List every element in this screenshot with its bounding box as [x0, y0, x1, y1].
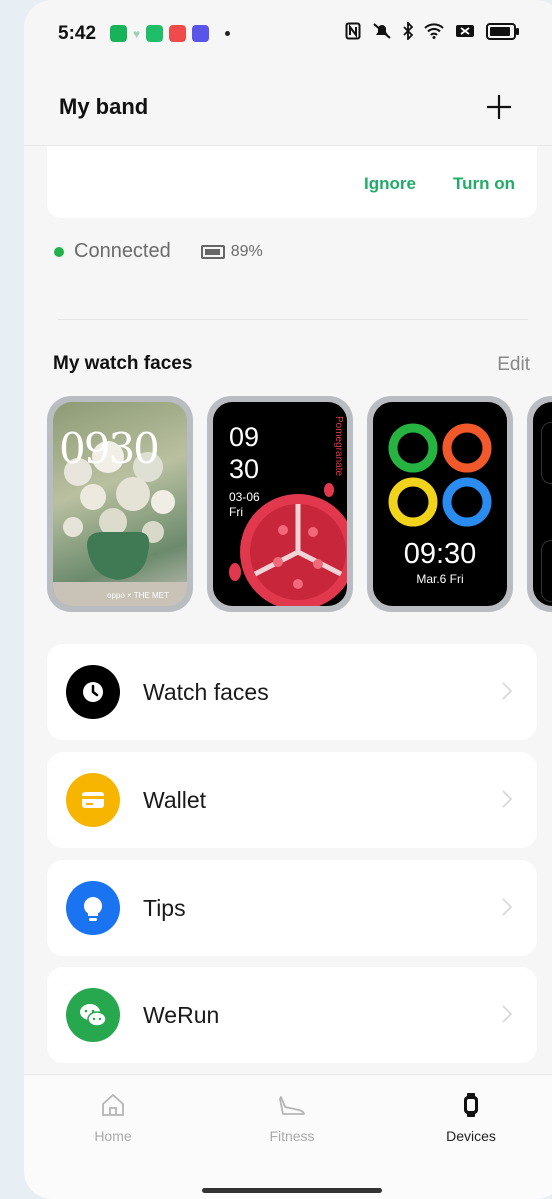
system-icons	[345, 22, 519, 40]
ignore-button[interactable]: Ignore	[364, 174, 416, 194]
notice-card: Ignore Turn on	[47, 146, 537, 218]
face-1-time: 0930	[59, 424, 160, 473]
menu-label: Wallet	[143, 787, 207, 813]
menu-label: Watch faces	[143, 679, 269, 705]
card-icon	[66, 773, 120, 827]
chevron-right-icon	[502, 790, 513, 808]
watch-face-1[interactable]: 0930 oppo × THE MET	[47, 396, 193, 612]
chevron-right-icon	[502, 898, 513, 916]
edit-watch-faces-button[interactable]: Edit	[497, 354, 530, 376]
app-notification-icon	[146, 25, 164, 42]
section-divider	[58, 319, 528, 320]
notification-icons: ♥	[110, 25, 231, 42]
menu-item-wallet[interactable]: Wallet	[47, 752, 537, 848]
status-bar: 5:42 ♥	[24, 0, 552, 64]
status-time: 5:42	[58, 23, 97, 44]
heart-icon: ♥	[133, 26, 141, 41]
menu-item-watch-faces[interactable]: Watch faces	[47, 644, 537, 740]
app-screen: 5:42 ♥ My band Ignore Turn on Connected	[24, 0, 552, 1199]
band-battery-level: 89%	[230, 242, 263, 260]
page-title: My band	[59, 94, 149, 119]
connection-text: Connected	[74, 240, 171, 262]
face-3-time: 09:30	[403, 538, 477, 570]
home-icon	[102, 1093, 124, 1116]
nav-devices[interactable]: Devices	[421, 1091, 521, 1144]
nav-home-label: Home	[94, 1128, 132, 1144]
face-3-date: Mar.6 Fri	[416, 572, 464, 586]
shoe-icon	[279, 1096, 305, 1115]
connected-indicator	[54, 246, 64, 257]
home-indicator[interactable]	[202, 1188, 382, 1193]
nav-home[interactable]: Home	[63, 1091, 163, 1144]
watch-face-3[interactable]: 09:30 Mar.6 Fri	[367, 396, 513, 612]
app-notification-icon	[169, 25, 187, 42]
nav-devices-label: Devices	[446, 1128, 496, 1144]
mute-icon	[373, 23, 391, 39]
nav-fitness[interactable]: Fitness	[242, 1091, 342, 1144]
nav-fitness-label: Fitness	[269, 1128, 315, 1144]
band-battery-icon	[200, 244, 225, 259]
watch-face-4[interactable]	[527, 396, 552, 612]
wifi-icon	[424, 23, 444, 39]
chevron-right-icon	[502, 1005, 513, 1023]
connection-status: Connected 89%	[54, 240, 263, 263]
battery-icon	[486, 22, 519, 40]
more-notifications-icon	[225, 31, 231, 36]
bottom-nav: Home Fitness Devices	[24, 1074, 552, 1199]
face-1-brand: oppo × THE MET	[107, 591, 169, 600]
sim-icon	[456, 25, 474, 37]
watch-faces-title: My watch faces	[53, 353, 193, 374]
add-device-button[interactable]	[484, 92, 514, 122]
pomegranate-artwork	[229, 483, 347, 606]
clock-icon	[66, 665, 120, 719]
menu-label: Tips	[143, 895, 186, 921]
nfc-icon	[345, 22, 361, 40]
bulb-icon	[66, 881, 120, 935]
wechat-icon	[66, 988, 120, 1042]
menu-item-werun[interactable]: WeRun	[47, 967, 537, 1063]
bluetooth-icon	[403, 22, 413, 40]
turn-on-button[interactable]: Turn on	[453, 174, 515, 194]
app-notification-icon	[110, 25, 127, 42]
chevron-right-icon	[502, 682, 513, 700]
app-notification-icon	[192, 25, 210, 42]
band-icon	[464, 1093, 478, 1117]
menu-label: WeRun	[143, 1002, 220, 1028]
menu-item-tips[interactable]: Tips	[47, 860, 537, 956]
watch-face-2[interactable]: 09 30 03-06 Fri Pomegranate	[207, 396, 353, 612]
